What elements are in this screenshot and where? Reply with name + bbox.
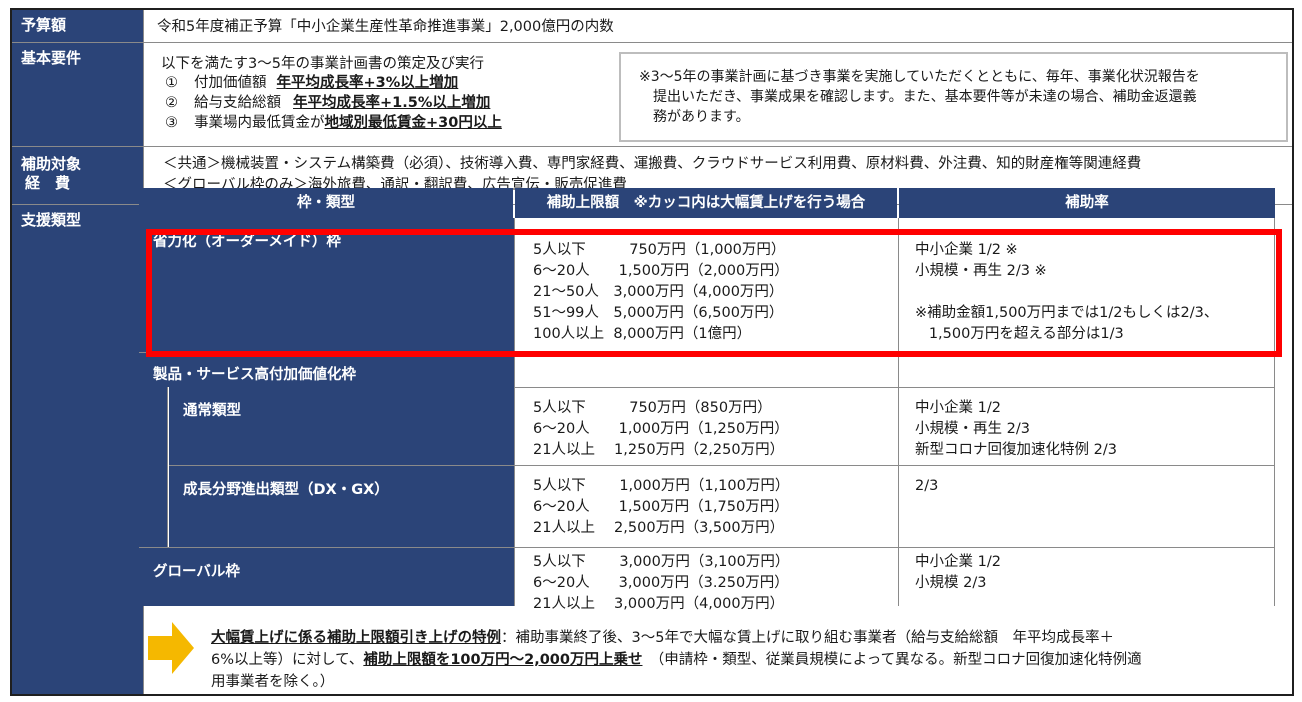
row-label-tsujo: 通常類型 bbox=[169, 387, 514, 465]
rate-line: 中小企業 1/2 bbox=[915, 554, 1001, 570]
limit-line: 6～20人 1,000万円（1,250万円） bbox=[533, 421, 789, 437]
limit-line: 5人以下 3,000万円（3,100万円） bbox=[533, 554, 790, 570]
rate-line: 2/3 bbox=[915, 478, 939, 494]
column-divider bbox=[167, 387, 168, 547]
special-line-3: 用事業者を除く。） bbox=[211, 674, 335, 690]
budget-text: 令和5年度補正予算「中小企業生産性革命推進事業」2,000億円の内数 bbox=[157, 19, 614, 35]
requirement-item: ① 付加価値額 年平均成長率+3%以上増加 bbox=[165, 75, 459, 91]
rate-line: 新型コロナ回復加速化特例 2/3 bbox=[915, 442, 1117, 458]
row-label-seicho: 成長分野進出類型（DX・GX） bbox=[169, 466, 514, 547]
requirement-item: ③ 事業場内最低賃金が地域別最低賃金+30円以上 bbox=[165, 115, 502, 131]
note-line: 務があります。 bbox=[653, 109, 750, 125]
row-divider bbox=[515, 387, 1275, 388]
limit-line: 6～20人 3,000万円（3.250万円） bbox=[533, 575, 789, 591]
support-label: 支援類型 bbox=[12, 205, 143, 694]
limit-line: 21人以上 1,250万円（2,250万円） bbox=[533, 442, 785, 458]
costs-common: ＜共通＞機械装置・システム構築費（必須）、技術導入費、専門家経費、運搬費、クラウ… bbox=[163, 156, 1142, 172]
row-divider bbox=[12, 42, 1292, 43]
budget-label: 予算額 bbox=[12, 10, 143, 42]
highlight-box bbox=[146, 229, 1282, 357]
requirement-value: 地域別最低賃金+30円以上 bbox=[324, 115, 502, 131]
row-label-product-service: 製品・サービス高付加価値化枠 bbox=[139, 353, 514, 387]
header-rate: 補助率 bbox=[899, 188, 1275, 218]
rate-line: 小規模・再生 2/3 bbox=[915, 421, 1030, 437]
row-divider bbox=[12, 146, 1292, 147]
costs-label: 補助対象 経 費 bbox=[12, 147, 143, 204]
requirements-intro: 以下を満たす3～5年の事業計画書の策定及び実行 bbox=[161, 56, 484, 72]
requirement-item: ② 給与支給総額 年平均成長率+1.5%以上増加 bbox=[165, 95, 491, 111]
rate-line: 中小企業 1/2 bbox=[915, 400, 1001, 416]
rate-line: 小規模 2/3 bbox=[915, 575, 987, 591]
special-emphasis: 補助上限額を100万円～2,000万円上乗せ bbox=[363, 652, 643, 668]
requirements-label: 基本要件 bbox=[12, 43, 143, 146]
right-arrow-icon bbox=[148, 622, 194, 674]
requirement-value: 年平均成長率+1.5%以上増加 bbox=[293, 95, 491, 111]
group-indent-bar bbox=[139, 387, 167, 547]
special-title: 大幅賃上げに係る補助上限額引き上げの特例 bbox=[211, 630, 501, 646]
limit-line: 21人以上 3,000万円（4,000万円） bbox=[533, 596, 785, 612]
requirement-value: 年平均成長率+3%以上増加 bbox=[276, 75, 459, 91]
limit-line: 21人以上 2,500万円（3,500万円） bbox=[533, 520, 785, 536]
limit-line: 5人以下 750万円（850万円） bbox=[533, 400, 772, 416]
special-line-2: 6%以上等）に対して、補助上限額を100万円～2,000万円上乗せ （申請枠・類… bbox=[211, 652, 1142, 668]
special-line-1: 大幅賃上げに係る補助上限額引き上げの特例：補助事業終了後、3～5年で大幅な賃上げ… bbox=[211, 630, 1114, 646]
requirements-note-box: ※3～5年の事業計画に基づき事業を実施していただくとともに、毎年、事業化状況報告… bbox=[619, 52, 1288, 142]
row-label-global: グローバル枠 bbox=[139, 548, 514, 606]
note-line: 提出いただき、事業成果を確認します。また、基本要件等が未達の場合、補助金返還義 bbox=[653, 89, 1197, 105]
limit-line: 6～20人 1,500万円（1,750万円） bbox=[533, 499, 789, 515]
header-limit: 補助上限額 ※カッコ内は大幅賃上げを行う場合 bbox=[515, 188, 897, 218]
header-type: 枠・類型 bbox=[139, 188, 513, 218]
note-line: ※3～5年の事業計画に基づき事業を実施していただくとともに、毎年、事業化状況報告… bbox=[639, 69, 1200, 85]
limit-line: 5人以下 1,000万円（1,100万円） bbox=[533, 478, 790, 494]
